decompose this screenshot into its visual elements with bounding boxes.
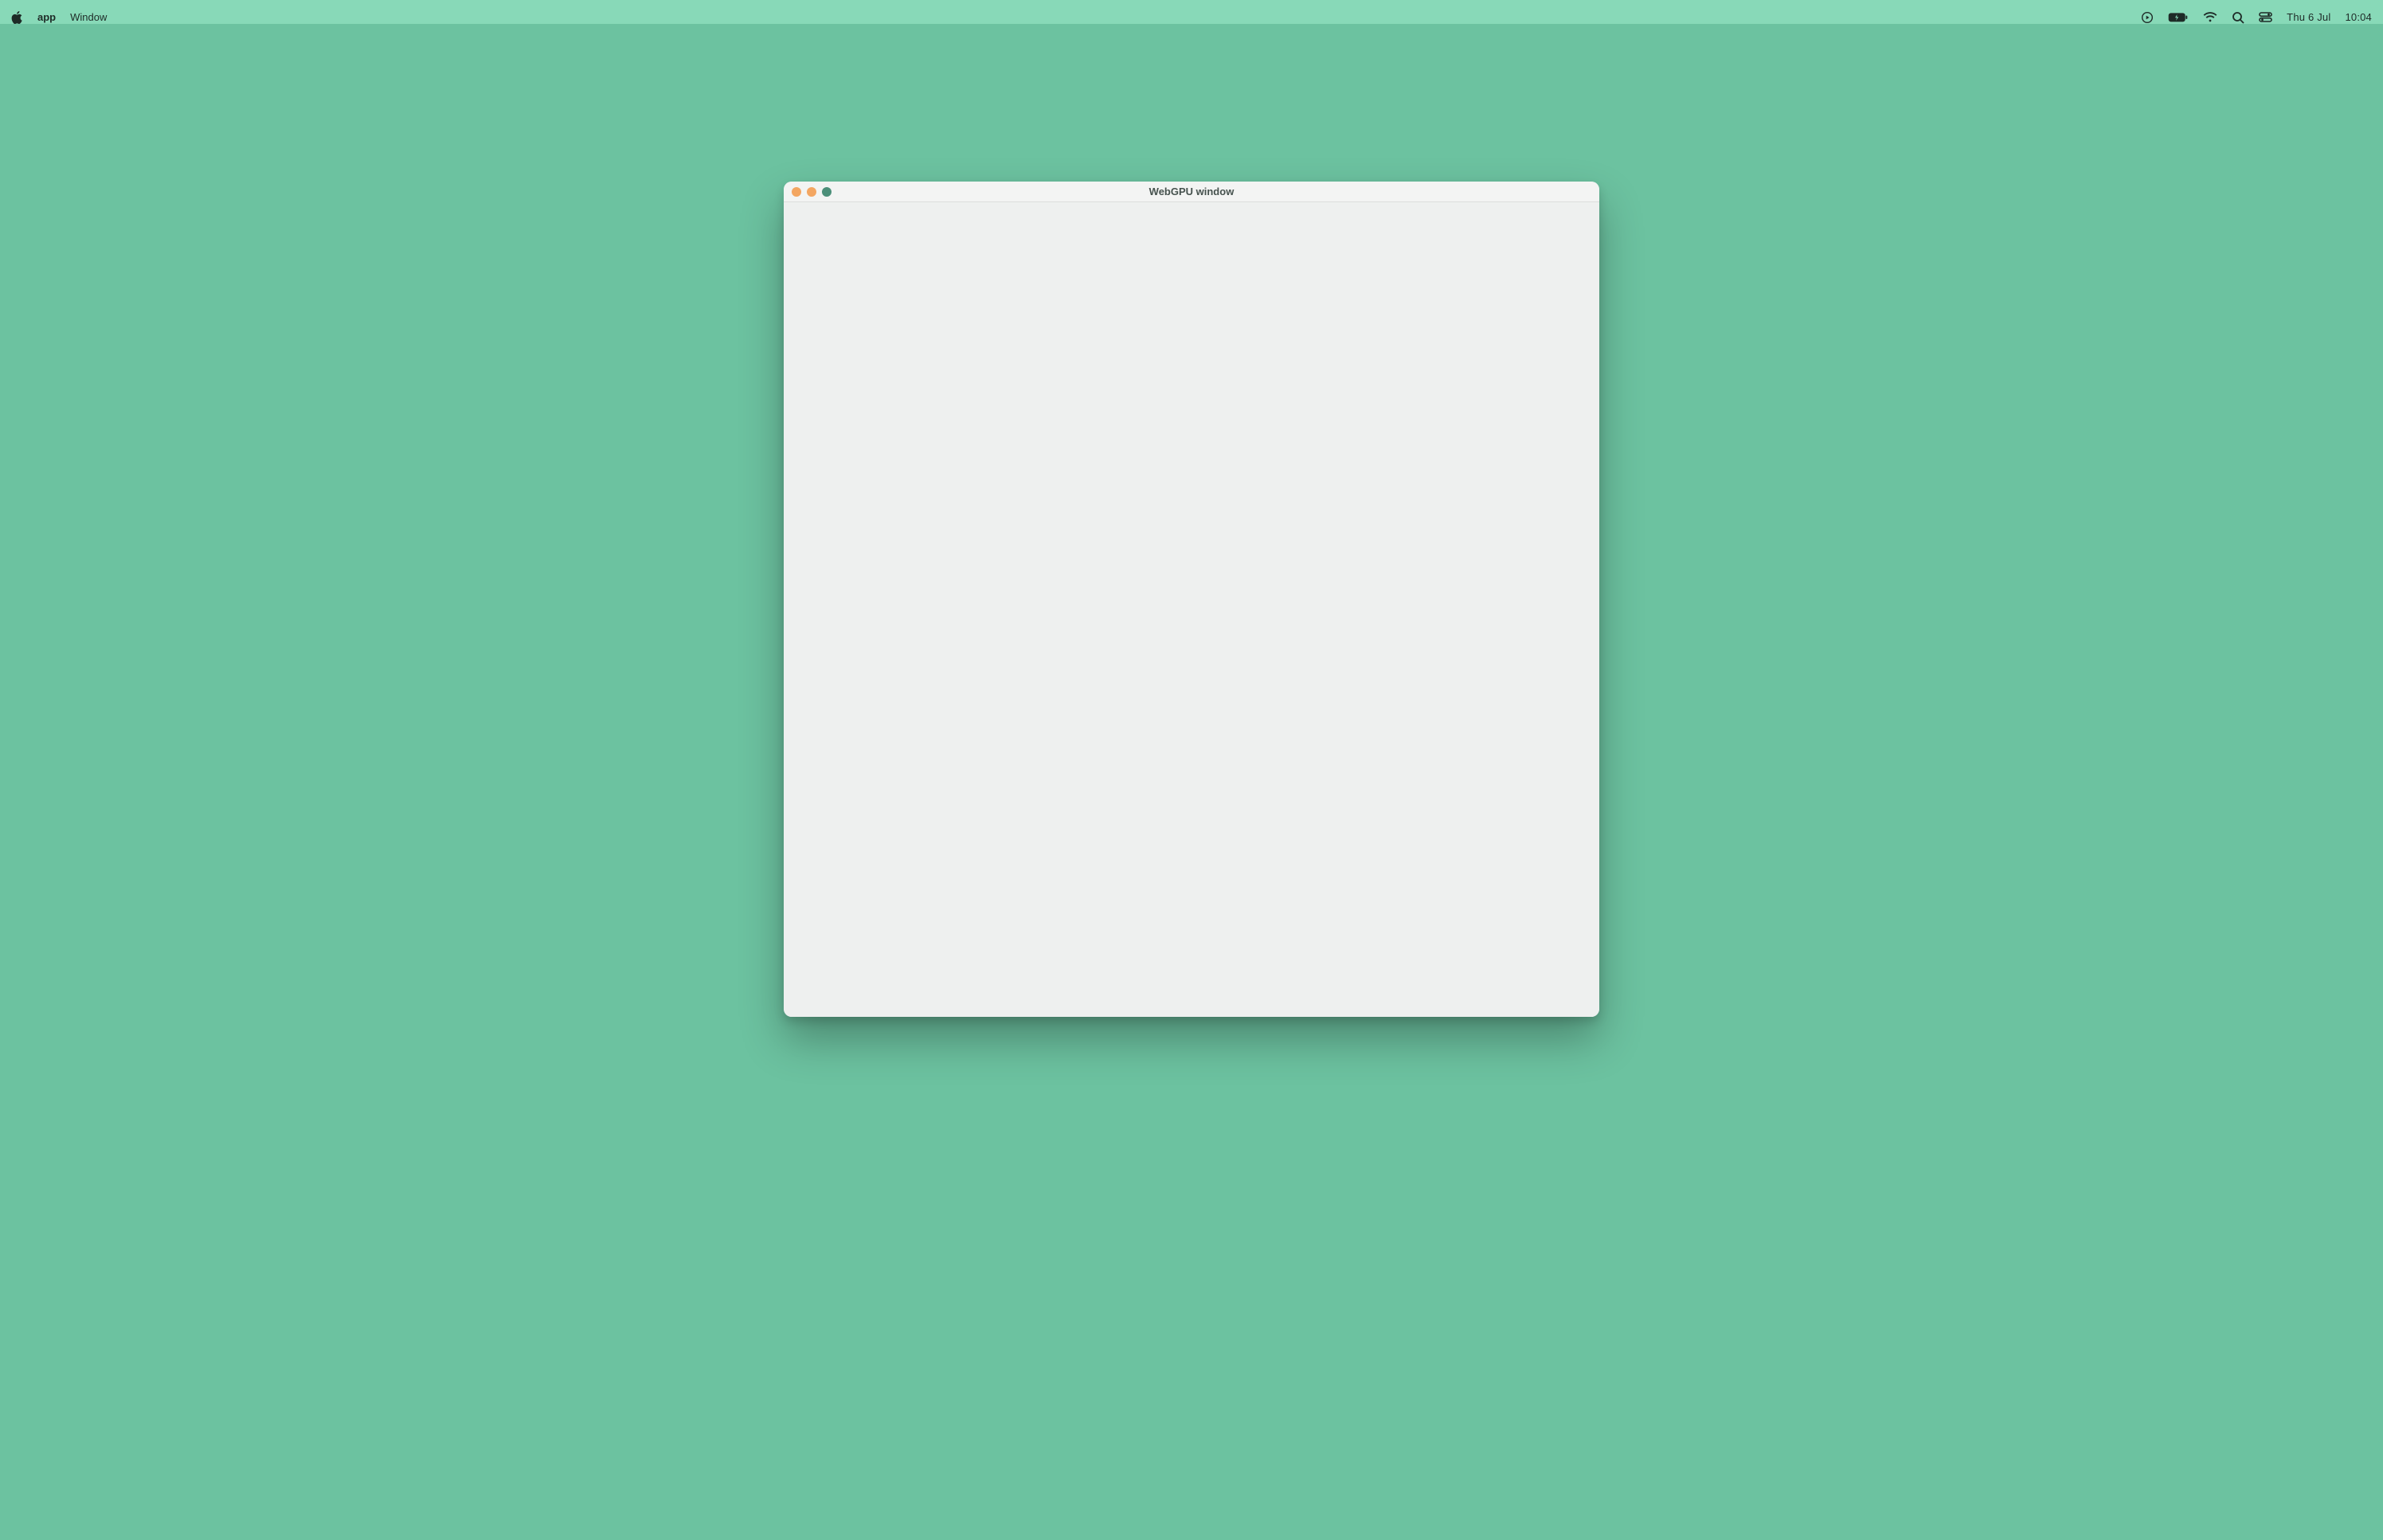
control-center-icon[interactable] (2259, 12, 2272, 22)
apple-logo-icon[interactable] (11, 11, 23, 24)
menu-date[interactable]: Thu 6 Jul (2287, 11, 2330, 23)
battery-charging-icon[interactable] (2168, 12, 2189, 23)
now-playing-icon[interactable] (2141, 11, 2154, 24)
window-titlebar[interactable]: WebGPU window (784, 182, 1598, 202)
menu-window[interactable]: Window (70, 11, 107, 23)
spotlight-search-icon[interactable] (2232, 11, 2244, 24)
window-minimize-button[interactable] (807, 187, 816, 197)
window-zoom-button[interactable] (822, 187, 832, 197)
menu-bar-left: app Window (11, 11, 107, 24)
traffic-lights (792, 187, 832, 197)
menu-app-name[interactable]: app (37, 11, 56, 23)
window-content (784, 202, 1598, 1017)
app-window[interactable]: WebGPU window (784, 182, 1598, 1017)
menu-bar-right: Thu 6 Jul 10:04 (2141, 11, 2372, 24)
window-close-button[interactable] (792, 187, 801, 197)
window-title: WebGPU window (784, 186, 1598, 197)
wifi-icon[interactable] (2203, 12, 2217, 23)
desktop: WebGPU window (0, 24, 2383, 1540)
menu-time[interactable]: 10:04 (2345, 11, 2372, 23)
